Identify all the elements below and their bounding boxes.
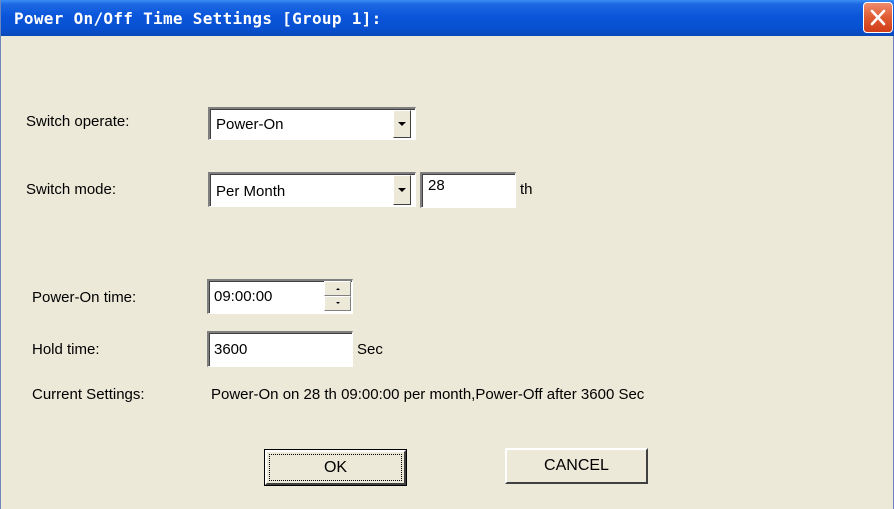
power-on-time-input[interactable]: 09:00:00 [207,279,353,314]
power-time-settings-dialog: Power On/Off Time Settings [Group 1]: Sw… [0,0,894,509]
hold-time-unit: Sec [357,341,383,358]
switch-mode-label: Switch mode: [26,181,117,198]
switch-mode-select[interactable]: Per Month [208,172,416,207]
spin-up-icon [336,288,340,290]
switch-operate-label: Switch operate: [26,113,130,130]
hold-time-value: 3600 [214,341,248,358]
switch-operate-select[interactable]: Power-On [208,107,416,140]
chevron-down-icon [398,188,406,192]
hold-time-input[interactable]: 3600 [207,331,353,367]
current-settings-label: Current Settings: [32,386,145,403]
spin-up-button[interactable] [324,281,351,296]
spin-down-button[interactable] [324,296,351,311]
power-on-time-spinner [324,281,351,312]
cancel-button-label: CANCEL [544,457,609,474]
switch-operate-dropdown-button[interactable] [393,110,411,138]
ok-button[interactable]: OK [264,449,407,486]
window-title: Power On/Off Time Settings [Group 1]: [14,9,382,28]
cancel-button[interactable]: CANCEL [505,448,648,484]
spin-down-icon [336,302,340,304]
day-suffix: th [520,181,533,198]
current-settings-text: Power-On on 28 th 09:00:00 per month,Pow… [211,386,645,403]
ok-button-label: OK [323,459,348,476]
switch-mode-value: Per Month [216,183,286,200]
hold-time-label: Hold time: [32,341,100,358]
switch-mode-dropdown-button[interactable] [393,175,411,205]
close-button[interactable] [863,2,893,33]
day-of-month-value: 28 [428,177,445,194]
switch-operate-value: Power-On [216,116,284,133]
power-on-time-label: Power-On time: [32,289,137,306]
close-icon [870,9,886,26]
chevron-down-icon [398,122,406,126]
power-on-time-value: 09:00:00 [214,288,273,305]
title-bar[interactable]: Power On/Off Time Settings [Group 1]: [1,0,894,36]
day-of-month-input[interactable]: 28 [420,172,516,208]
